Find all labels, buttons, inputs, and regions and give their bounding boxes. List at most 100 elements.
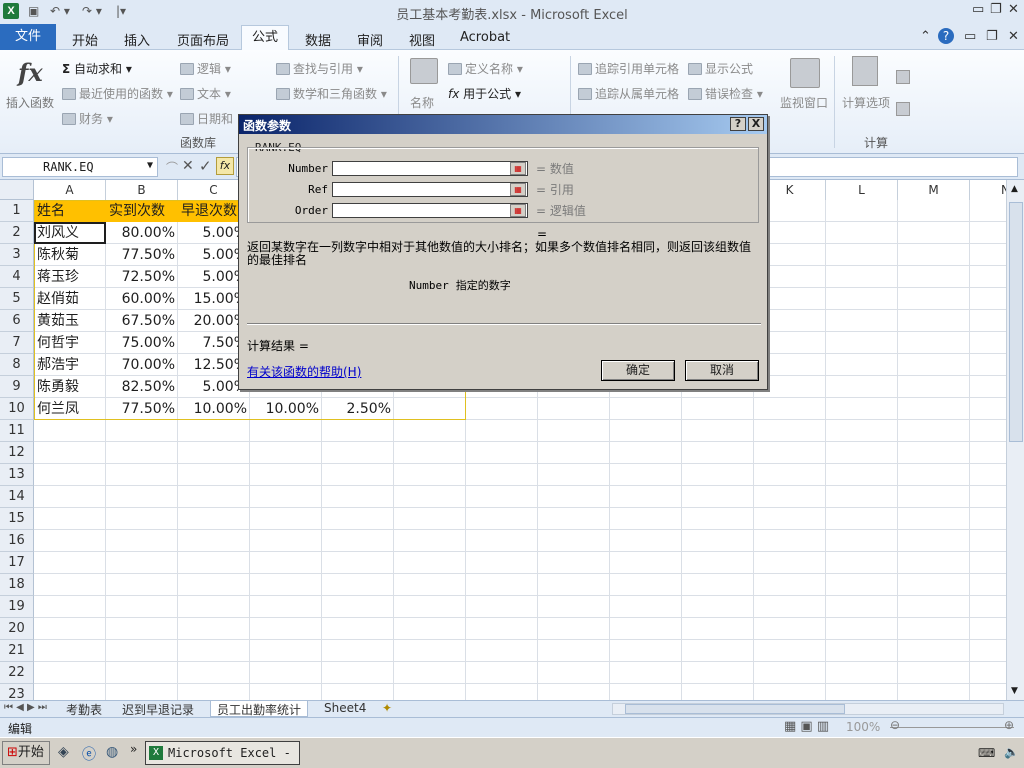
name-manager-icon[interactable]	[410, 58, 438, 84]
wb-restore-icon[interactable]: ❐	[986, 29, 998, 44]
more-icon[interactable]: »	[130, 742, 137, 756]
show-formulas-button[interactable]: 显示公式	[688, 60, 753, 77]
trace-precedents-button[interactable]: 追踪引用单元格	[578, 60, 679, 77]
vertical-scrollbar[interactable]: ▲ ▼	[1006, 180, 1024, 700]
sheet-tab[interactable]: 迟到早退记录	[116, 701, 200, 717]
ribbon-collapse-icon[interactable]: ⌃	[920, 29, 931, 44]
zoom-level[interactable]: 100%	[846, 720, 880, 734]
table-cell[interactable]: 黄茹玉	[37, 310, 103, 332]
chevron-down-icon[interactable]: ▼	[147, 160, 153, 171]
dialog-title-bar[interactable]: 函数参数	[239, 115, 767, 134]
table-cell[interactable]: 67.50%	[109, 310, 175, 332]
table-cell[interactable]: 10.00%	[253, 398, 319, 420]
help-icon[interactable]: ?	[938, 28, 954, 44]
table-cell[interactable]: 77.50%	[109, 244, 175, 266]
dialog-close-button[interactable]: X	[748, 117, 764, 131]
cancel-button[interactable]: 取消	[685, 360, 759, 381]
tab-page-layout[interactable]: 页面布局	[177, 30, 229, 49]
logical-button[interactable]: 逻辑 ▾	[180, 60, 231, 77]
keyboard-icon[interactable]: ⌨	[978, 746, 995, 760]
zoom-in-icon[interactable]: ⊕	[1004, 718, 1014, 732]
arg-input-number[interactable]	[332, 161, 528, 176]
minimize-icon[interactable]: ▭	[972, 2, 984, 17]
zoom-out-icon[interactable]: ⊖	[890, 718, 900, 732]
function-help-link[interactable]: 有关该函数的帮助(H)	[247, 363, 361, 380]
speaker-icon[interactable]: 🔈	[1004, 745, 1019, 759]
table-cell[interactable]: 陈秋菊	[37, 244, 103, 266]
scroll-thumb[interactable]	[1009, 202, 1023, 442]
start-button[interactable]: ⊞开始	[2, 741, 50, 765]
financial-button[interactable]: 财务 ▾	[62, 110, 113, 127]
table-cell[interactable]: 赵俏茹	[37, 288, 103, 310]
sheet-tab[interactable]: Sheet4	[318, 701, 372, 717]
table-cell[interactable]: 60.00%	[109, 288, 175, 310]
math-button[interactable]: 数学和三角函数 ▾	[276, 85, 387, 102]
sheet-tab[interactable]: 考勤表	[60, 701, 108, 717]
range-picker-icon[interactable]: ▦	[510, 204, 526, 217]
sheet-tab-active[interactable]: 员工出勤率统计	[210, 701, 309, 717]
ok-button[interactable]: 确定	[601, 360, 675, 381]
lookup-button[interactable]: 查找与引用 ▾	[276, 60, 363, 77]
recent-functions-button[interactable]: 最近使用的函数 ▾	[62, 85, 173, 102]
use-in-formula-button[interactable]: fx 用于公式 ▾	[448, 85, 521, 102]
table-cell[interactable]: 75.00%	[109, 332, 175, 354]
scroll-down-icon[interactable]: ▼	[1011, 686, 1018, 696]
insert-function-button[interactable]: 插入函数	[6, 94, 54, 111]
tab-file[interactable]: 文件	[0, 24, 56, 50]
insert-sheet-icon[interactable]: ✦	[382, 701, 392, 715]
datetime-button[interactable]: 日期和	[180, 110, 233, 127]
quicklaunch-icon[interactable]: ◈	[58, 744, 69, 760]
table-cell[interactable]: 实到次数	[109, 200, 175, 222]
tab-insert[interactable]: 插入	[124, 30, 150, 49]
cancel-formula-icon[interactable]: ✕	[182, 158, 194, 174]
calculator-icon[interactable]	[852, 56, 878, 86]
table-cell[interactable]: 姓名	[37, 200, 103, 222]
tab-acrobat[interactable]: Acrobat	[460, 30, 510, 45]
restore-icon[interactable]: ❐	[990, 2, 1002, 17]
media-icon[interactable]: ◍	[106, 744, 118, 760]
arg-input-order[interactable]	[332, 203, 528, 218]
watch-window-button[interactable]: 监视窗口	[780, 94, 828, 111]
horizontal-scrollbar[interactable]	[612, 703, 1004, 715]
tab-review[interactable]: 审阅	[357, 30, 383, 49]
range-picker-icon[interactable]: ▦	[510, 162, 526, 175]
view-normal-icon[interactable]: ▦ ▣ ▥	[784, 719, 829, 734]
calc-options-button[interactable]: 计算选项	[842, 94, 890, 111]
tab-view[interactable]: 视图	[409, 30, 435, 49]
dialog-help-button[interactable]: ?	[730, 117, 746, 131]
h-scroll-thumb[interactable]	[625, 704, 845, 714]
table-cell[interactable]: 70.00%	[109, 354, 175, 376]
insert-function-fx-icon[interactable]: fx	[216, 157, 234, 175]
wb-minimize-icon[interactable]: ▭	[964, 29, 976, 44]
table-cell[interactable]: 陈勇毅	[37, 376, 103, 398]
insert-function-icon[interactable]: fx	[18, 58, 43, 87]
define-name-button[interactable]: 定义名称 ▾	[448, 60, 523, 77]
table-cell[interactable]: 2.50%	[325, 398, 391, 420]
table-cell[interactable]: 10.00%	[181, 398, 247, 420]
sheet-nav-icon[interactable]: ⏮ ◀ ▶ ⏭	[4, 702, 47, 713]
active-cell[interactable]	[34, 222, 106, 244]
table-cell[interactable]: 77.50%	[109, 398, 175, 420]
autosum-button[interactable]: Σ 自动求和 ▾	[62, 60, 132, 77]
scroll-up-icon[interactable]: ▲	[1011, 184, 1018, 194]
tab-formulas[interactable]: 公式	[241, 25, 289, 51]
tab-data[interactable]: 数据	[305, 30, 331, 49]
table-cell[interactable]: 80.00%	[109, 222, 175, 244]
table-cell[interactable]: 何兰凤	[37, 398, 103, 420]
arg-input-ref[interactable]	[332, 182, 528, 197]
table-cell[interactable]: 蒋玉珍	[37, 266, 103, 288]
calc-sheet-icon[interactable]	[896, 102, 910, 116]
range-picker-icon[interactable]: ▦	[510, 183, 526, 196]
error-check-button[interactable]: 错误检查 ▾	[688, 85, 763, 102]
watch-window-icon[interactable]	[790, 58, 820, 88]
table-cell[interactable]: 何哲宇	[37, 332, 103, 354]
wb-close-icon[interactable]: ✕	[1008, 29, 1019, 44]
table-cell[interactable]: 72.50%	[109, 266, 175, 288]
name-manager-button[interactable]: 名称	[410, 94, 434, 111]
name-box[interactable]: RANK.EQ ▼	[2, 157, 158, 177]
table-cell[interactable]: 82.50%	[109, 376, 175, 398]
close-icon[interactable]: ✕	[1008, 2, 1019, 17]
calc-now-icon[interactable]	[896, 70, 910, 84]
zoom-slider[interactable]	[890, 727, 1014, 728]
enter-formula-icon[interactable]: ✓	[199, 157, 212, 175]
